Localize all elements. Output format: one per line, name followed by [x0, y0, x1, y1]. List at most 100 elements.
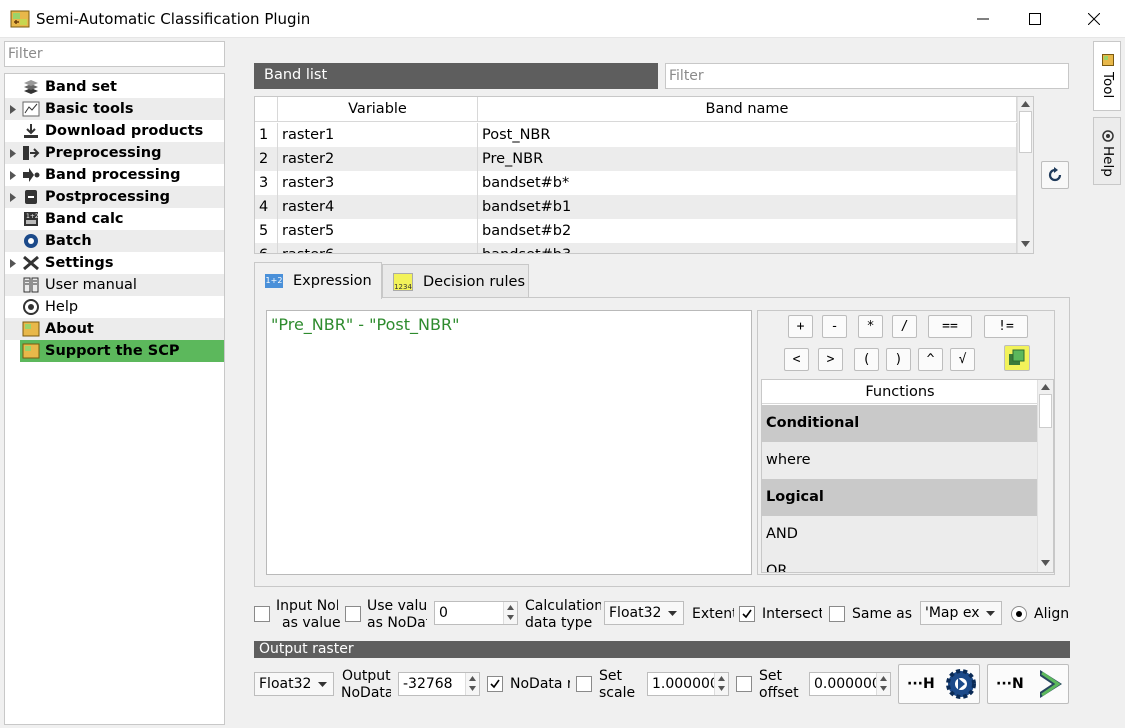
op-divide-button[interactable]: /	[892, 315, 917, 338]
expand-arrow-icon[interactable]	[5, 164, 21, 186]
band-name-cell[interactable]: bandset#b*	[478, 171, 1017, 195]
set-offset-checkbox[interactable]	[736, 676, 752, 692]
output-type-select[interactable]: Float32	[254, 672, 334, 696]
band-table-scrollbar[interactable]	[1017, 97, 1033, 253]
op-equal-button[interactable]: ==	[928, 315, 972, 338]
op-less-than-button[interactable]: <	[784, 348, 809, 371]
spin-arrows[interactable]	[503, 602, 517, 624]
function-item[interactable]: OR	[762, 553, 1038, 572]
tree-item-download-products[interactable]: Download products	[5, 120, 224, 142]
function-item[interactable]: AND	[762, 516, 1038, 553]
refresh-button[interactable]	[1041, 161, 1069, 189]
expand-arrow-icon[interactable]	[5, 186, 21, 208]
tree-item-band-set[interactable]: Band set	[5, 76, 224, 98]
op-greater-than-button[interactable]: >	[818, 348, 843, 371]
op-multiply-button[interactable]: *	[858, 315, 883, 338]
tree-item-postprocessing[interactable]: Postprocessing	[5, 186, 224, 208]
band-filter-input[interactable]: Filter	[665, 63, 1069, 89]
op-close-paren-button[interactable]: )	[886, 348, 911, 371]
function-category[interactable]: Conditional	[762, 405, 1038, 442]
tree-item-support-the-scp[interactable]: Support the SCP	[20, 340, 224, 362]
variable-cell[interactable]: raster4	[278, 195, 478, 219]
band-table-row[interactable]: 5 raster5 bandset#b2	[255, 219, 1017, 243]
variable-cell[interactable]: raster2	[278, 147, 478, 171]
set-scale-checkbox[interactable]	[576, 676, 592, 692]
band-table-row[interactable]: 1 raster1 Post_NBR	[255, 123, 1017, 147]
run-h-button[interactable]: ···H	[898, 664, 980, 704]
expand-arrow-icon[interactable]	[5, 252, 21, 274]
op-minus-button[interactable]: -	[822, 315, 847, 338]
intersection-checkbox[interactable]	[739, 606, 755, 622]
function-item[interactable]: where	[762, 442, 1038, 479]
output-nodata-label-1: Output	[342, 668, 391, 684]
tree-item-band-calc[interactable]: 1+2 Band calc	[5, 208, 224, 230]
op-plus-button[interactable]: +	[788, 315, 813, 338]
scroll-thumb[interactable]	[1019, 111, 1032, 153]
band-table-row[interactable]: 2 raster2 Pre_NBR	[255, 147, 1017, 171]
same-as-checkbox[interactable]	[829, 606, 845, 622]
run-n-button[interactable]: ···N	[987, 664, 1069, 704]
scale-spinbox[interactable]: 1.000000	[647, 672, 729, 696]
tree-item-label: Band set	[45, 79, 117, 95]
tab-help[interactable]: Help	[1093, 117, 1121, 185]
function-category[interactable]: Logical	[762, 479, 1038, 516]
tab-help-label: Help	[1100, 146, 1116, 177]
op-power-button[interactable]: ^	[918, 348, 943, 371]
add-band-button[interactable]	[1004, 345, 1030, 371]
op-sqrt-button[interactable]: √	[950, 348, 975, 371]
nodata-mask-checkbox[interactable]	[487, 676, 503, 692]
tree-item-batch[interactable]: Batch	[5, 230, 224, 252]
tree-item-band-processing[interactable]: Band processing	[5, 164, 224, 186]
functions-scrollbar[interactable]	[1037, 380, 1053, 572]
tab-tool[interactable]: Tool	[1093, 41, 1121, 111]
band-name-cell[interactable]: bandset#b2	[478, 219, 1017, 243]
calc-data-type-select[interactable]: Float32	[604, 601, 684, 625]
left-filter-input[interactable]: Filter	[4, 41, 225, 67]
map-extent-select[interactable]: 'Map ex	[920, 601, 1002, 625]
spin-arrows[interactable]	[876, 673, 890, 695]
band-name-cell[interactable]: Pre_NBR	[478, 147, 1017, 171]
variable-cell[interactable]: raster3	[278, 171, 478, 195]
use-value-nodata-checkbox[interactable]	[345, 606, 361, 622]
band-name-cell[interactable]: bandset#b1	[478, 195, 1017, 219]
offset-spinbox[interactable]: 0.000000	[809, 672, 891, 696]
align-radio[interactable]	[1011, 606, 1027, 622]
close-button[interactable]	[1071, 0, 1117, 38]
checkmark-icon	[490, 679, 500, 689]
op-not-equal-button[interactable]: !=	[984, 315, 1028, 338]
band-processing-icon	[21, 166, 41, 184]
input-nodata-checkbox[interactable]	[254, 606, 270, 622]
tree-item-user-manual[interactable]: User manual	[5, 274, 224, 296]
expand-arrow-icon[interactable]	[5, 142, 21, 164]
maximize-button[interactable]	[1012, 0, 1058, 38]
minimize-button[interactable]	[960, 0, 1006, 38]
band-name-cell[interactable]: Post_NBR	[478, 123, 1017, 147]
tab-expression[interactable]: 1+2 Expression	[254, 262, 382, 299]
band-name-cell[interactable]: bandset#b3	[478, 243, 1017, 253]
expression-editor[interactable]: "Pre_NBR" - "Post_NBR"	[266, 310, 752, 575]
spin-arrows[interactable]	[714, 673, 728, 695]
output-nodata-spinbox[interactable]: -32768	[398, 672, 480, 696]
op-open-paren-button[interactable]: (	[854, 348, 879, 371]
band-name-column-header[interactable]: Band name	[478, 97, 1017, 122]
variable-cell[interactable]: raster1	[278, 123, 478, 147]
nodata-value-spinbox[interactable]: 0	[434, 601, 518, 625]
tab-decision-rules[interactable]: 1234 Decision rules	[382, 264, 529, 298]
variable-column-header[interactable]: Variable	[278, 97, 478, 122]
scroll-thumb[interactable]	[1039, 394, 1052, 428]
tree-item-about[interactable]: About	[5, 318, 224, 340]
tree-item-settings[interactable]: Settings	[5, 252, 224, 274]
band-table-row[interactable]: 3 raster3 bandset#b*	[255, 171, 1017, 195]
tree-item-preprocessing[interactable]: Preprocessing	[5, 142, 224, 164]
tree-item-help[interactable]: Help	[5, 296, 224, 318]
refresh-icon	[1048, 167, 1062, 182]
variable-cell[interactable]: raster6	[278, 243, 478, 253]
tree-item-label: Preprocessing	[45, 145, 162, 161]
variable-cell[interactable]: raster5	[278, 219, 478, 243]
expand-arrow-icon[interactable]	[5, 98, 21, 120]
spin-up-icon	[469, 676, 476, 681]
spin-arrows[interactable]	[465, 673, 479, 695]
tree-item-basic-tools[interactable]: Basic tools	[5, 98, 224, 120]
band-table-row[interactable]: 4 raster4 bandset#b1	[255, 195, 1017, 219]
band-table-row[interactable]: 6raster6bandset#b3	[255, 243, 1017, 253]
